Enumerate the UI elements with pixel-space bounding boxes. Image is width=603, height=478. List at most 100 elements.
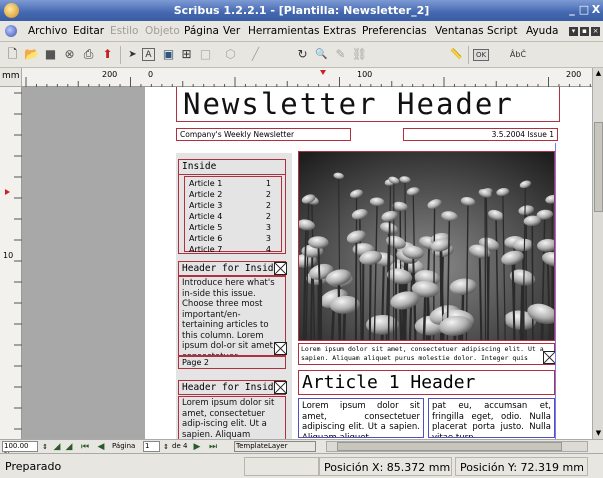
navigation-row: 100.00 % ⇕ ◢ ◢ ⏮ ◀ Página 1 ⇕ de 4 ▶ ⏭ T… (0, 439, 603, 459)
menu-ver[interactable]: Ver (223, 25, 240, 37)
image-frame-icon[interactable]: ▣ (160, 46, 177, 63)
newsletter-header-frame[interactable]: Newsletter Header (176, 87, 560, 122)
zoom-icon[interactable]: 🔍 (313, 46, 330, 63)
new-document-icon[interactable]: 🗋 (4, 46, 21, 63)
article-column-1[interactable]: Lorem ipsum dolor sit amet, consectetuer… (298, 398, 424, 438)
side-header-1-frame[interactable]: Header for Inside (178, 261, 286, 276)
measure-icon[interactable]: 📏 (448, 46, 465, 63)
vertical-ruler: 10 (0, 87, 22, 439)
save-icon[interactable]: ■ (42, 46, 59, 63)
menu-editar[interactable]: Editar (73, 25, 104, 37)
menu-bar: Archivo Editar Estilo Objeto Página Ver … (0, 21, 603, 42)
side-body-2-frame[interactable]: Lorem ipsum dolor sit amet, consectetuer… (178, 396, 286, 439)
zoom-in-icon[interactable]: ◢ (63, 441, 75, 453)
document-page[interactable]: Newsletter Header Company's Weekly Newsl… (145, 87, 592, 439)
inside-box[interactable]: Inside Article 11 Article 22 Article 32 … (178, 159, 286, 254)
ruler-label: 200 (102, 70, 118, 79)
menu-estilo: Estilo (110, 25, 139, 37)
menu-ayuda[interactable]: Ayuda (526, 25, 558, 37)
side-header-2-frame[interactable]: Header for Inside (178, 380, 286, 395)
pdf-ok-icon[interactable]: OK (473, 49, 489, 61)
flower-photo-frame[interactable] (298, 151, 555, 341)
document-canvas[interactable]: Newsletter Header Company's Weekly Newsl… (22, 87, 592, 439)
ruler-label: 100 (357, 70, 373, 79)
ruler-position-marker (5, 189, 10, 195)
ruler-label: 10 (3, 251, 14, 260)
mdi-restore-button[interactable]: ▪ (580, 27, 589, 36)
inside-list: Article 11 Article 22 Article 32 Article… (184, 176, 282, 254)
ruler-label: 0 (148, 70, 154, 79)
menu-archivo[interactable]: Archivo (28, 25, 67, 37)
mdi-minimize-button[interactable]: ▾ (569, 27, 578, 36)
page-number-field[interactable]: 1 (143, 441, 160, 452)
mdi-close-button[interactable]: × (591, 27, 600, 36)
toolbar-separator (468, 46, 469, 64)
vertical-ruler-ticks (5, 92, 22, 430)
text-frame-icon[interactable]: A (142, 48, 155, 61)
menu-script[interactable]: Script (487, 25, 517, 37)
image-placeholder-icon (274, 381, 287, 394)
list-item: Article 53 (189, 223, 271, 232)
print-icon[interactable]: ⎙ (80, 46, 97, 63)
scroll-up-arrow[interactable]: ▲ (593, 68, 603, 79)
status-empty-cell (244, 457, 319, 476)
list-item: Article 42 (189, 212, 271, 221)
last-page-icon[interactable]: ⏭ (207, 441, 219, 453)
ruler-position-marker (320, 70, 326, 75)
article-header-frame[interactable]: Article 1 Header (298, 370, 555, 395)
menu-herramientas[interactable]: Herramientas (248, 25, 320, 37)
list-item: Article 63 (189, 234, 271, 243)
zoom-spinner-icon[interactable]: ⇕ (39, 441, 51, 453)
horizontal-ruler: 200 0 100 200 (22, 68, 592, 87)
link-frames-icon[interactable]: ⛓ (351, 46, 368, 63)
ruler-unit: mm (0, 68, 22, 87)
text-style-icon[interactable]: ÂbČ (505, 46, 531, 63)
issue-frame[interactable]: 3.5.2004 Issue 1 (403, 128, 558, 141)
page-count-label: de 4 (172, 442, 188, 450)
position-y-readout: Posición Y: 72.319 mm (455, 457, 588, 476)
overflow-marker-icon (274, 342, 287, 355)
side-body-1-frame[interactable]: Introduce here what's in-side this issue… (178, 276, 286, 356)
next-page-icon[interactable]: ▶ (191, 441, 203, 453)
select-arrow-icon[interactable]: ➤ (124, 46, 141, 63)
polygon-icon[interactable]: ⬡ (222, 46, 239, 63)
first-page-icon[interactable]: ⏮ (79, 441, 91, 453)
page-label-frame[interactable]: Page 2 (178, 356, 286, 369)
tagline-frame[interactable]: Company's Weekly Newsletter (176, 128, 351, 141)
page-spinner-icon[interactable]: ⇕ (160, 441, 172, 453)
zoom-out-icon[interactable]: ◢ (51, 441, 63, 453)
edit-contents-icon[interactable]: ✎ (332, 46, 349, 63)
rectangle-icon[interactable]: □ (197, 46, 214, 63)
previous-page-icon[interactable]: ◀ (95, 441, 107, 453)
vertical-scroll-thumb[interactable] (594, 122, 603, 212)
horizontal-scrollbar[interactable] (326, 441, 588, 452)
pdf-icon[interactable]: ⬆ (99, 46, 116, 63)
list-item: Article 32 (189, 201, 271, 210)
zoom-field[interactable]: 100.00 % (2, 441, 38, 459)
close-icon[interactable]: ⊗ (61, 46, 78, 63)
menu-objeto: Objeto (145, 25, 180, 37)
horizontal-scroll-thumb[interactable] (337, 442, 562, 451)
article-column-2[interactable]: pat eu, accumsan et, fringilla eget, odi… (428, 398, 555, 438)
toolbar-separator (120, 46, 121, 64)
rotate-icon[interactable]: ↻ (294, 46, 311, 63)
menu-extras[interactable]: Extras (323, 25, 356, 37)
image-placeholder-icon (274, 262, 287, 275)
menu-preferencias[interactable]: Preferencias (362, 25, 427, 37)
menu-ventanas[interactable]: Ventanas (435, 25, 484, 37)
menu-pagina[interactable]: Página (184, 25, 219, 37)
window-title: Scribus 1.2.2.1 - [Plantilla: Newsletter… (173, 4, 430, 17)
table-icon[interactable]: ⊞ (178, 46, 195, 63)
main-toolbar: 🗋 📂 ■ ⊗ ⎙ ⬆ ➤ A ▣ ⊞ □ ⬡ ╱ ↻ 🔍 ✎ ⛓ 📏 OK Â… (0, 42, 603, 68)
layer-select[interactable]: TemplateLayer (234, 441, 316, 452)
caption-frame[interactable]: Lorem ipsum dolor sit amet, consectetuer… (298, 343, 555, 365)
title-bar: Scribus 1.2.2.1 - [Plantilla: Newsletter… (0, 0, 603, 21)
scribus-menu-icon[interactable] (5, 25, 17, 37)
inside-title: Inside (179, 160, 285, 175)
close-window-button[interactable]: X (589, 3, 603, 17)
scroll-down-arrow[interactable]: ▼ (593, 428, 603, 439)
line-icon[interactable]: ╱ (247, 46, 264, 63)
open-folder-icon[interactable]: 📂 (23, 46, 40, 63)
ruler-label: 200 (566, 70, 582, 79)
vertical-scrollbar[interactable]: ▲ ▼ (592, 68, 603, 439)
